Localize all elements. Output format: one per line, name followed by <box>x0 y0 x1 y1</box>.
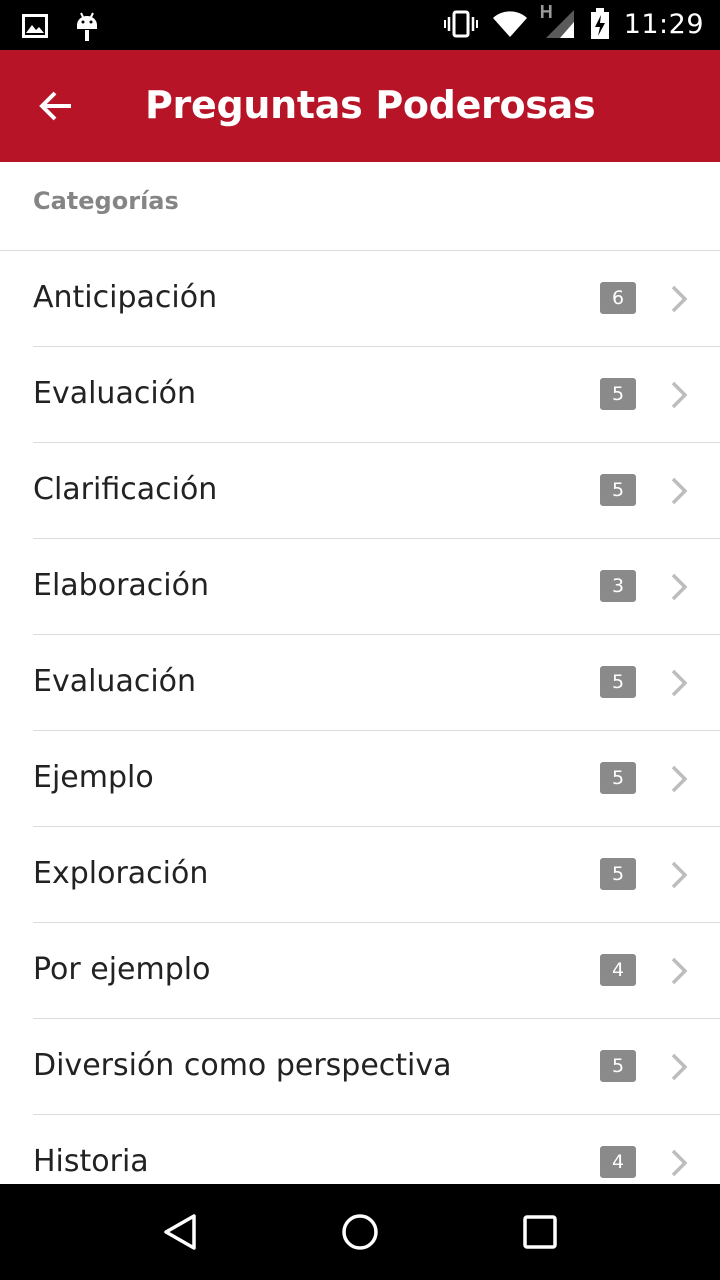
page-title: Preguntas Poderosas <box>145 83 596 127</box>
signal-icon: H <box>540 2 576 40</box>
nav-recents-button[interactable] <box>500 1192 580 1272</box>
back-button[interactable] <box>24 78 88 134</box>
category-list: Anticipación 6 Evaluación 5 Clarificación 5 El… <box>0 251 720 1184</box>
chevron-right-icon <box>671 861 688 889</box>
count-badge: 4 <box>600 954 636 986</box>
chevron-right-icon <box>671 573 688 601</box>
android-icon <box>74 10 100 42</box>
app-bar: Preguntas Poderosas <box>0 50 720 162</box>
category-row[interactable]: Diversión como perspectiva 5 <box>33 1019 720 1115</box>
network-type-label: H <box>539 2 553 22</box>
image-icon <box>22 14 48 38</box>
nav-back-button[interactable] <box>140 1192 220 1272</box>
chevron-right-icon <box>671 957 688 985</box>
category-label: Evaluación <box>33 376 197 411</box>
chevron-right-icon <box>671 477 688 505</box>
category-label: Clarificación <box>33 472 218 507</box>
battery-charging-icon <box>590 8 610 40</box>
chevron-right-icon <box>671 765 688 793</box>
chevron-right-icon <box>671 669 688 697</box>
count-badge: 4 <box>600 1146 636 1178</box>
category-label: Diversión como perspectiva <box>33 1048 452 1083</box>
category-row[interactable]: Historia 4 <box>33 1115 720 1184</box>
category-label: Historia <box>33 1144 149 1179</box>
category-label: Anticipación <box>33 280 218 315</box>
category-label: Elaboración <box>33 568 209 603</box>
chevron-right-icon <box>671 285 688 313</box>
chevron-right-icon <box>671 1149 688 1177</box>
count-badge: 5 <box>600 474 636 506</box>
status-time: 11:29 <box>623 8 704 40</box>
category-list-container[interactable]: Categorías Anticipación 6 Evaluación 5 Clari… <box>0 162 720 1184</box>
vibrate-icon <box>443 9 478 39</box>
count-badge: 5 <box>600 858 636 890</box>
recents-square-icon <box>523 1215 557 1249</box>
count-badge: 5 <box>600 762 636 794</box>
chevron-right-icon <box>671 381 688 409</box>
count-badge: 5 <box>600 666 636 698</box>
category-row[interactable]: Por ejemplo 4 <box>33 923 720 1019</box>
section-header: Categorías <box>0 162 720 251</box>
status-bar: H 11:29 <box>0 0 720 50</box>
category-row[interactable]: Evaluación 5 <box>33 635 720 731</box>
category-row[interactable]: Anticipación 6 <box>33 251 720 347</box>
home-circle-icon <box>342 1214 378 1250</box>
category-label: Exploración <box>33 856 209 891</box>
chevron-right-icon <box>671 1053 688 1081</box>
count-badge: 5 <box>600 378 636 410</box>
back-triangle-icon <box>164 1214 196 1250</box>
category-row[interactable]: Exploración 5 <box>33 827 720 923</box>
arrow-back-icon <box>39 91 71 121</box>
category-label: Ejemplo <box>33 760 154 795</box>
category-row[interactable]: Ejemplo 5 <box>33 731 720 827</box>
category-label: Por ejemplo <box>33 952 211 987</box>
category-row[interactable]: Evaluación 5 <box>33 347 720 443</box>
navigation-bar <box>0 1184 720 1280</box>
category-row[interactable]: Clarificación 5 <box>33 443 720 539</box>
wifi-icon <box>492 10 528 38</box>
count-badge: 5 <box>600 1050 636 1082</box>
count-badge: 3 <box>600 570 636 602</box>
category-row[interactable]: Elaboración 3 <box>33 539 720 635</box>
nav-home-button[interactable] <box>320 1192 400 1272</box>
count-badge: 6 <box>600 282 636 314</box>
category-label: Evaluación <box>33 664 197 699</box>
